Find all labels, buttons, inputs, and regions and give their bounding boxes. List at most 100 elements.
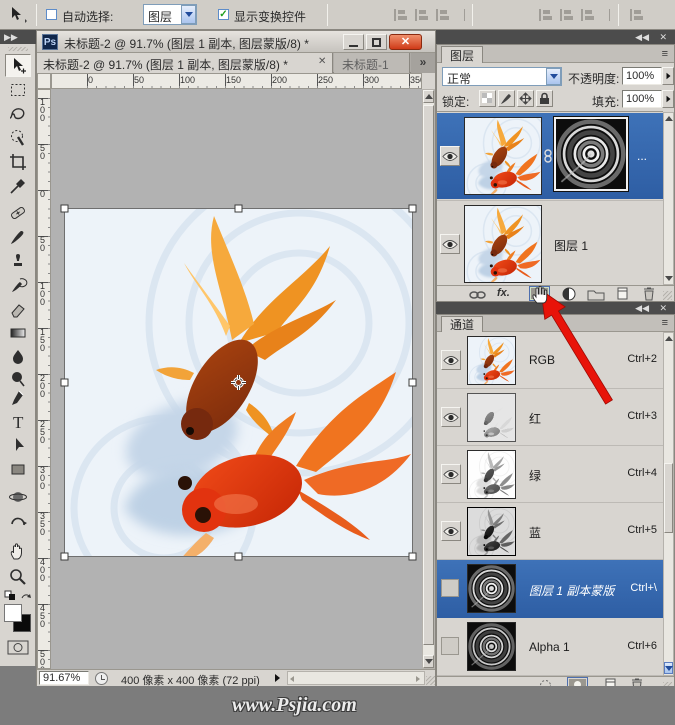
layer-name[interactable]: 图层 1 bbox=[554, 237, 588, 254]
channel-visibility-toggle[interactable] bbox=[441, 464, 461, 484]
move-tool-preset-icon[interactable] bbox=[6, 5, 30, 25]
lock-pixels-button[interactable] bbox=[498, 90, 515, 107]
new-group-button[interactable] bbox=[587, 288, 605, 301]
3d-rotate-tool[interactable] bbox=[5, 485, 31, 508]
channel-row[interactable]: RGB Ctrl+2 bbox=[437, 332, 663, 389]
doc-tab-inactive[interactable]: 未标题-1 bbox=[334, 53, 410, 73]
eraser-tool[interactable] bbox=[5, 297, 31, 320]
tab-close-icon[interactable]: ✕ bbox=[318, 56, 326, 67]
status-clock-icon[interactable] bbox=[95, 672, 108, 685]
channels-scrollbar[interactable] bbox=[663, 332, 674, 676]
link-layers-button[interactable] bbox=[469, 290, 487, 300]
blend-mode-dropdown[interactable]: 正常 bbox=[442, 67, 562, 86]
channels-panel-menu-icon[interactable]: ≡ bbox=[662, 317, 668, 329]
collapse-icons-icon[interactable]: ◀◀ bbox=[635, 303, 649, 314]
hand-tool[interactable] bbox=[5, 539, 31, 562]
swap-colors-icon[interactable] bbox=[4, 590, 32, 602]
channel-visibility-toggle[interactable] bbox=[441, 350, 461, 370]
palette-grip[interactable] bbox=[8, 47, 28, 51]
layer-visibility-toggle[interactable] bbox=[440, 234, 460, 254]
scroll-down-button[interactable] bbox=[423, 655, 434, 668]
channel-row[interactable]: 红 Ctrl+3 bbox=[437, 389, 663, 446]
type-tool[interactable]: T bbox=[5, 410, 31, 433]
layers-resize-grip[interactable] bbox=[663, 291, 672, 300]
horizontal-ruler[interactable]: 0501001502002503003504 bbox=[51, 73, 422, 89]
eyedropper-tool[interactable] bbox=[5, 174, 31, 197]
channels-tab[interactable]: 通道 bbox=[441, 316, 483, 332]
transform-controls[interactable] bbox=[57, 201, 420, 564]
channel-row[interactable]: Alpha 1 Ctrl+6 bbox=[437, 618, 663, 676]
foreground-color-swatch[interactable] bbox=[4, 604, 22, 622]
layer-name[interactable]: ... bbox=[637, 149, 647, 163]
mask-link-icon[interactable] bbox=[544, 149, 552, 163]
layer-thumbnail[interactable] bbox=[464, 205, 542, 283]
canvas-viewport[interactable] bbox=[51, 89, 422, 669]
channel-visibility-toggle-empty[interactable] bbox=[441, 579, 459, 597]
clone-stamp-tool[interactable] bbox=[5, 249, 31, 272]
ruler-corner[interactable] bbox=[37, 73, 51, 89]
scroll-right-icon[interactable] bbox=[416, 676, 420, 682]
path-selection-tool[interactable] bbox=[5, 434, 31, 457]
minimize-button[interactable] bbox=[343, 34, 364, 50]
layers-scroll-up-icon[interactable] bbox=[665, 116, 673, 121]
vertical-ruler[interactable]: 10050050100150200250300350400450500 bbox=[37, 89, 51, 669]
channels-dock-header[interactable]: ◀◀ ✕ bbox=[436, 302, 675, 314]
quick-selection-tool[interactable] bbox=[5, 126, 31, 149]
layer-visibility-toggle[interactable] bbox=[440, 146, 460, 166]
add-layer-mask-button[interactable] bbox=[529, 286, 550, 301]
horizontal-scrollbar[interactable] bbox=[287, 671, 425, 685]
layer-style-button[interactable]: fx. bbox=[497, 287, 510, 299]
channel-visibility-toggle[interactable] bbox=[441, 521, 461, 541]
history-brush-tool[interactable] bbox=[5, 273, 31, 296]
scroll-thumb[interactable] bbox=[423, 105, 434, 645]
pen-tool[interactable] bbox=[5, 386, 31, 409]
layer-thumbnail[interactable] bbox=[464, 117, 542, 195]
layers-tab[interactable]: 图层 bbox=[441, 46, 483, 63]
channels-scroll-up-icon[interactable] bbox=[665, 336, 673, 341]
document-titlebar[interactable]: Ps 未标题-2 @ 91.7% (图层 1 副本, 图层蒙版/8) * ✕ bbox=[37, 31, 435, 53]
lock-all-button[interactable] bbox=[536, 90, 553, 107]
opacity-slider-button[interactable] bbox=[662, 67, 674, 85]
channel-row[interactable]: 蓝 Ctrl+5 bbox=[437, 503, 663, 560]
lock-transparent-button[interactable] bbox=[479, 90, 496, 107]
layers-scroll-down-icon[interactable] bbox=[665, 276, 673, 281]
quick-mask-button[interactable] bbox=[7, 640, 29, 655]
collapse-icons-icon[interactable]: ◀◀ bbox=[635, 32, 649, 43]
show-transform-checkbox[interactable]: ✓ bbox=[218, 9, 229, 20]
doc-tab-active[interactable]: 未标题-2 @ 91.7% (图层 1 副本, 图层蒙版/8) * ✕ bbox=[37, 53, 333, 73]
auto-select-target-dropdown[interactable]: 图层 bbox=[143, 4, 197, 25]
opacity-field[interactable]: 100% bbox=[622, 67, 662, 85]
brush-tool[interactable] bbox=[5, 225, 31, 248]
layer-row[interactable]: 图层 1 bbox=[437, 200, 663, 286]
vertical-scrollbar[interactable] bbox=[422, 89, 435, 669]
move-tool[interactable] bbox=[5, 54, 31, 77]
shape-tool[interactable] bbox=[5, 457, 31, 480]
dock-close-icon[interactable]: ✕ bbox=[659, 303, 667, 314]
fill-field[interactable]: 100% bbox=[622, 90, 662, 108]
delete-layer-button[interactable] bbox=[641, 286, 656, 301]
tool-palette-header[interactable]: ▶▶ bbox=[0, 30, 36, 44]
channel-visibility-toggle-empty[interactable] bbox=[441, 637, 459, 655]
3d-orbit-tool[interactable] bbox=[5, 511, 31, 534]
scroll-left-icon[interactable] bbox=[290, 676, 294, 682]
lock-position-button[interactable] bbox=[517, 90, 534, 107]
align-icons[interactable] bbox=[335, 8, 465, 22]
target-dropdown-arrow-icon[interactable] bbox=[181, 5, 196, 24]
channel-row[interactable]: 绿 Ctrl+4 bbox=[437, 446, 663, 503]
channel-row-selected[interactable]: 图层 1 副本蒙版 Ctrl+\ bbox=[437, 560, 663, 618]
maximize-button[interactable] bbox=[366, 34, 387, 50]
channels-scroll-thumb[interactable] bbox=[664, 463, 673, 533]
auto-select-checkbox[interactable] bbox=[46, 9, 57, 20]
zoom-tool[interactable] bbox=[5, 565, 31, 588]
auto-align-button[interactable] bbox=[628, 8, 644, 22]
fill-slider-button[interactable] bbox=[662, 90, 674, 108]
status-proxy-arrow-icon[interactable] bbox=[275, 674, 280, 682]
blur-tool[interactable] bbox=[5, 345, 31, 368]
distribute-icons[interactable] bbox=[480, 8, 610, 22]
blend-mode-arrow-icon[interactable] bbox=[546, 68, 561, 85]
lasso-tool[interactable] bbox=[5, 102, 31, 125]
healing-brush-tool[interactable] bbox=[5, 201, 31, 224]
layer-mask-thumbnail[interactable] bbox=[554, 117, 628, 191]
zoom-level-field[interactable]: 91.67% bbox=[39, 671, 89, 685]
close-button[interactable]: ✕ bbox=[389, 34, 422, 50]
